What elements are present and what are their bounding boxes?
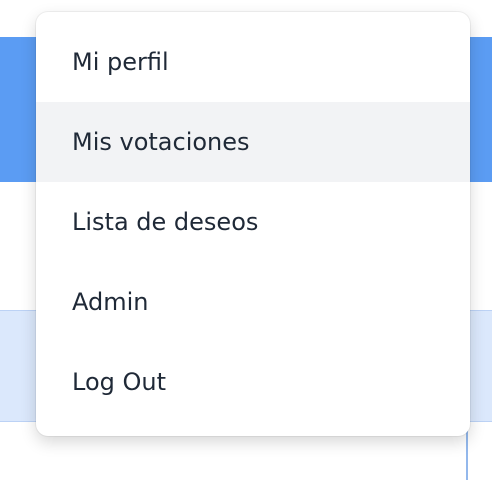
user-dropdown-menu: Mi perfil Mis votaciones Lista de deseos… <box>36 12 470 436</box>
menu-item-label: Admin <box>72 288 149 316</box>
menu-item-mi-perfil[interactable]: Mi perfil <box>36 22 470 102</box>
menu-item-label: Log Out <box>72 368 167 396</box>
menu-item-log-out[interactable]: Log Out <box>36 342 470 422</box>
menu-item-label: Mis votaciones <box>72 128 250 156</box>
menu-item-lista-de-deseos[interactable]: Lista de deseos <box>36 182 470 262</box>
menu-item-admin[interactable]: Admin <box>36 262 470 342</box>
menu-item-label: Mi perfil <box>72 48 169 76</box>
menu-item-mis-votaciones[interactable]: Mis votaciones <box>36 102 470 182</box>
menu-item-label: Lista de deseos <box>72 208 259 236</box>
